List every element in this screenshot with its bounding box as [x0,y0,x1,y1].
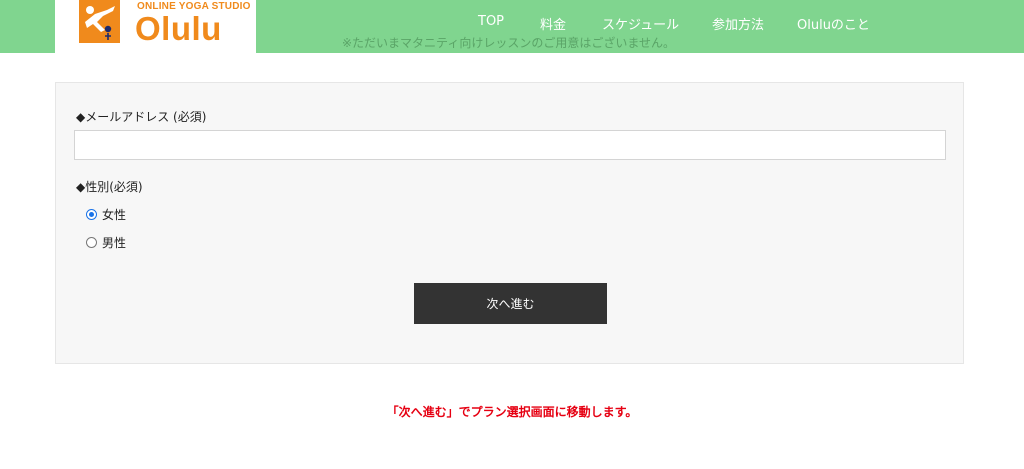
site-header: ONLINE YOGA STUDIO Olulu TOP 料金 スケジュール 参… [0,0,1024,53]
gender-option-female[interactable]: 女性 [86,206,126,222]
footer-note: 「次へ進む」でプラン選択画面に移動します。 [386,405,638,419]
gender-option-male[interactable]: 男性 [86,234,126,250]
radio-female[interactable] [86,208,97,220]
signup-form: ◆メールアドレス (必須) ◆性別(必須) 女性 男性 次へ進む [55,82,964,364]
radio-male[interactable] [86,236,97,248]
main-nav: TOP 料金 スケジュール 参加方法 Oluluのこと [0,14,1024,34]
gender-male-label: 男性 [102,235,127,250]
nav-item-pricing[interactable]: 料金 [540,14,566,33]
gender-female-label: 女性 [102,207,127,222]
maternity-notice: ※ただいまマタニティ向けレッスンのご用意はございません。 [342,36,675,50]
gender-label: ◆性別(必須) [76,180,143,194]
email-field[interactable] [74,130,946,160]
nav-item-about[interactable]: Oluluのこと [797,14,870,33]
nav-item-top[interactable]: TOP [478,14,504,29]
nav-item-schedule[interactable]: スケジュール [602,14,679,33]
email-label: ◆メールアドレス (必須) [76,110,207,124]
nav-item-how-to-join[interactable]: 参加方法 [712,14,764,33]
next-button[interactable]: 次へ進む [414,283,607,324]
